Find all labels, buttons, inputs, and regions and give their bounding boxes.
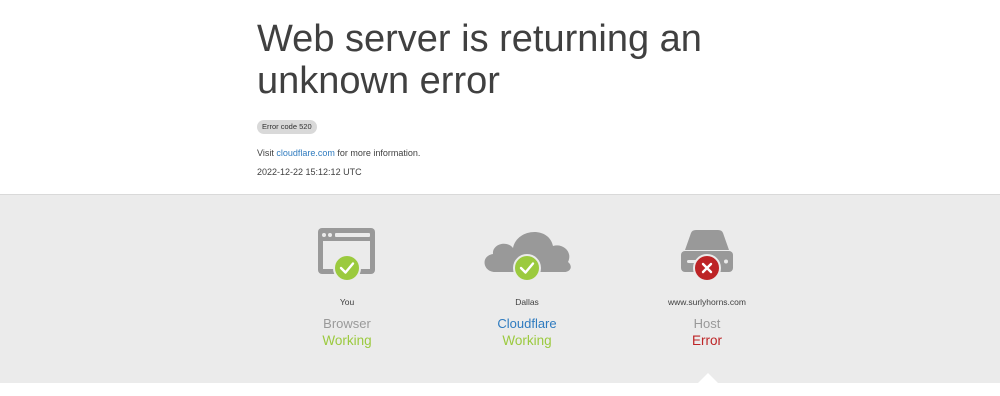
info-text: Visit cloudflare.com for more informatio… [257,147,420,159]
node-cloudflare [437,224,617,284]
error-code-badge: Error code 520 [257,120,317,134]
check-icon [513,254,541,282]
node-browser-location: You [339,297,355,307]
error-header: Web server is returning an unknown error… [0,0,1000,194]
node-browser-role: Browser [323,316,371,331]
info-suffix: for more information. [334,148,421,158]
page-title: Web server is returning an unknown error [257,18,702,102]
server-icon [617,224,797,284]
cloudflare-link[interactable]: cloudflare.com [276,148,335,158]
status-panel [0,194,1000,383]
info-prefix: Visit [257,148,277,158]
node-cloudflare-location: Dallas [515,297,539,307]
node-host-status: Error [692,333,722,348]
active-node-pointer [698,373,718,383]
check-icon [333,254,361,282]
node-cloudflare-role[interactable]: Cloudflare [437,316,617,332]
x-icon [693,254,721,282]
node-browser [257,224,437,284]
browser-icon [257,224,437,284]
node-host-location: www.surlyhorns.com [668,297,746,307]
node-host [617,224,797,284]
cloud-icon [437,224,617,284]
node-host-role: Host [693,316,721,331]
node-cloudflare-status: Working [502,333,552,348]
node-browser-status: Working [322,333,372,348]
timestamp: 2022-12-22 15:12:12 UTC [257,167,362,177]
